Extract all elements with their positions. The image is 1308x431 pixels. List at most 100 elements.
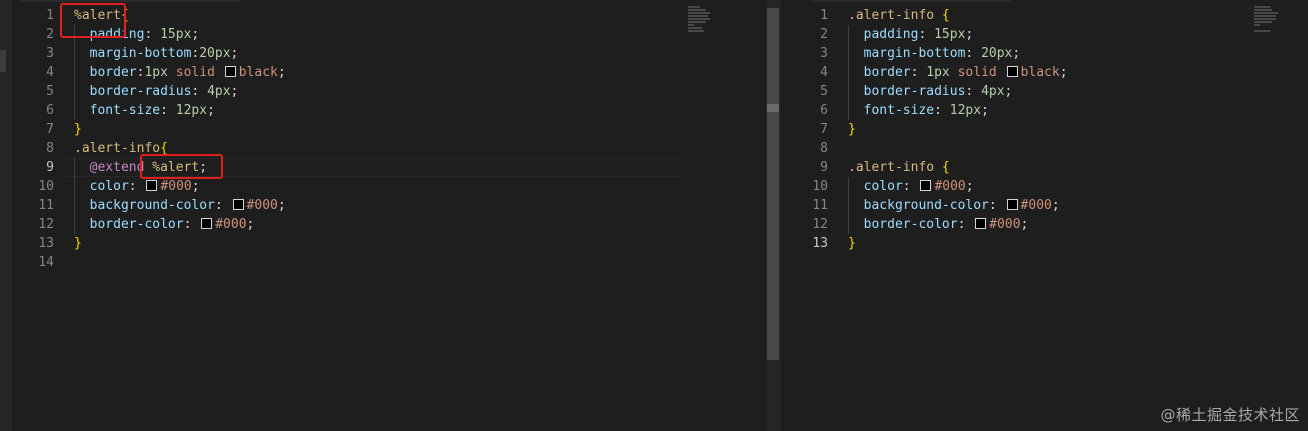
token-punc: ; [207, 103, 215, 118]
token-prop: background-color [848, 198, 989, 213]
code-text[interactable]: border:1px solid black; [74, 63, 286, 82]
token-val: #000 [215, 217, 247, 232]
color-swatch[interactable] [920, 180, 932, 191]
line-number: 6 [820, 103, 828, 118]
scrollbar-thumb[interactable] [767, 104, 779, 112]
token-num: 15px [934, 27, 966, 42]
line-number: 9 [820, 160, 828, 175]
token-punc: : [183, 217, 200, 232]
token-prop: border-color [848, 217, 958, 232]
token-punc: : [910, 65, 927, 80]
left-editor[interactable]: 1 %alert{2 padding: 15px; 3 margin-bottom:… [0, 0, 766, 431]
line-number: 11 [38, 198, 54, 213]
line-number: 1 [46, 8, 54, 23]
line-number: 3 [46, 46, 54, 61]
line-number: 14 [38, 255, 54, 270]
line-number: 12 [38, 217, 54, 232]
token-num: 12px [175, 103, 208, 118]
token-prop: border-radius [848, 84, 966, 99]
token-val: #000 [160, 179, 192, 194]
token-sel: .alert-info [848, 160, 935, 175]
highlight-box-placeholder [60, 3, 126, 38]
code-text[interactable]: } [74, 234, 82, 253]
color-swatch[interactable] [1006, 199, 1018, 210]
line-number: 10 [812, 179, 828, 194]
token-num: 20px [199, 46, 231, 61]
token-prop: margin-bottom [848, 46, 966, 61]
token-punc: : [965, 84, 982, 99]
line-number: 9 [46, 160, 54, 175]
line-number: 10 [38, 179, 54, 194]
left-scrollbar[interactable] [767, 8, 779, 360]
token-punc: ; [981, 103, 989, 118]
code-text[interactable]: padding: 15px; [848, 25, 974, 44]
line-number: 7 [46, 122, 54, 137]
code-text[interactable]: margin-bottom: 20px; [848, 44, 1021, 63]
token-punc: ; [1059, 65, 1068, 80]
code-text[interactable]: border-radius: 4px; [74, 82, 239, 101]
token-punc: : [934, 103, 950, 118]
code-text[interactable]: border-color: #000; [848, 215, 1029, 234]
token-punc: : [988, 198, 1005, 213]
code-text[interactable]: font-size: 12px; [74, 101, 215, 120]
token-prop: font-size [74, 103, 161, 118]
token-sel: .alert-info [848, 8, 935, 23]
token-punc: ; [191, 27, 200, 42]
token-punc: ; [277, 198, 286, 213]
token-brace: { [941, 160, 950, 175]
tab-strip-edge [20, 0, 240, 2]
code-text[interactable]: .alert-info { [848, 6, 950, 25]
code-text[interactable]: border-color: #000; [74, 215, 255, 234]
token-punc: ; [277, 65, 286, 80]
code-text[interactable]: border-radius: 4px; [848, 82, 1013, 101]
code-text[interactable]: background-color: #000; [848, 196, 1060, 215]
color-swatch[interactable] [232, 199, 244, 210]
watermark: @稀土掘金技术社区 [1160, 406, 1300, 424]
token-prop: margin-bottom [74, 46, 192, 61]
code-text[interactable]: background-color: #000; [74, 196, 286, 215]
code-text[interactable]: } [74, 120, 82, 139]
line-number: 4 [46, 65, 54, 80]
activity-indicator [0, 50, 6, 72]
color-swatch[interactable] [975, 218, 987, 229]
token-punc: : [918, 27, 935, 42]
token-val: #000 [934, 179, 966, 194]
token-punc: ; [965, 179, 974, 194]
color-swatch[interactable] [224, 66, 236, 77]
token-brace: } [74, 122, 82, 137]
token-prop: color [74, 179, 129, 194]
token-punc: ; [191, 179, 200, 194]
line-number: 11 [812, 198, 828, 213]
token-punc: ; [1051, 198, 1060, 213]
right-minimap[interactable] [1254, 6, 1282, 33]
line-number: 2 [46, 27, 54, 42]
line-number: 13 [812, 236, 828, 251]
code-text[interactable]: color: #000; [74, 177, 200, 196]
token-punc: : [144, 27, 161, 42]
token-num: 1px [144, 65, 168, 80]
token-num: 4px [981, 84, 1005, 99]
code-text[interactable]: } [848, 120, 856, 139]
token-num: 1px [926, 65, 950, 80]
code-text[interactable]: font-size: 12px; [848, 101, 989, 120]
color-swatch[interactable] [1006, 66, 1018, 77]
token-num: 12px [949, 103, 982, 118]
left-minimap[interactable] [688, 6, 714, 33]
token-val: #000 [246, 198, 278, 213]
token-prop: border-color [74, 217, 184, 232]
line-number: 1 [820, 8, 828, 23]
color-swatch[interactable] [201, 218, 213, 229]
code-text[interactable]: } [848, 234, 856, 253]
line-number: 5 [46, 84, 54, 99]
line-number: 2 [820, 27, 828, 42]
color-swatch[interactable] [146, 180, 158, 191]
code-text[interactable]: color: #000; [848, 177, 974, 196]
token-punc: : [160, 103, 176, 118]
right-editor[interactable]: 1 .alert-info {2 padding: 15px; 3 margin-b… [781, 0, 1308, 431]
token-prop: background-color [74, 198, 215, 213]
code-text[interactable]: margin-bottom:20px; [74, 44, 239, 63]
token-prop: font-size [848, 103, 935, 118]
code-text[interactable]: .alert-info { [848, 158, 950, 177]
code-text[interactable]: border: 1px solid black; [848, 63, 1068, 82]
token-num: 20px [981, 46, 1013, 61]
